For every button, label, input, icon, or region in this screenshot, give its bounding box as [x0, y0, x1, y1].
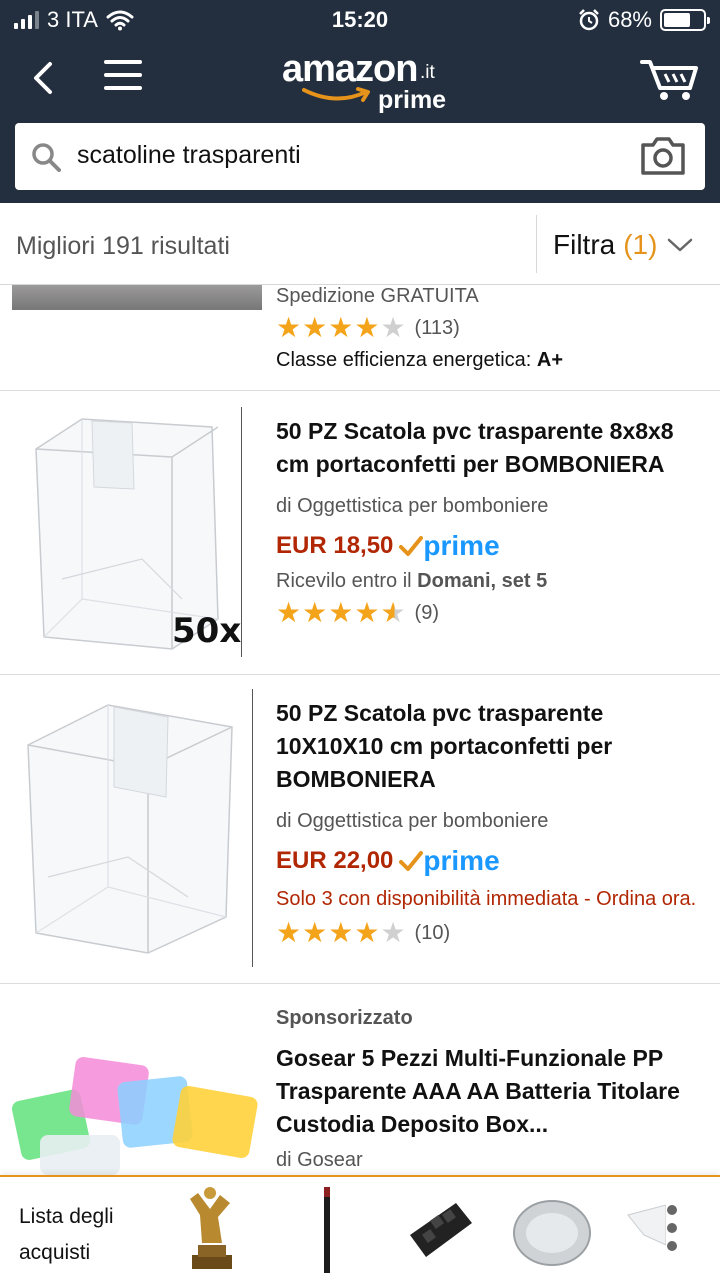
chevron-left-icon: [34, 62, 52, 94]
magnetic-tray-thumbnail[interactable]: [510, 1185, 594, 1275]
stock-warning: Solo 3 con disponibilità immediata - Ord…: [276, 888, 697, 910]
results-count: Migliori 191 risultati: [16, 232, 230, 260]
review-count: (10): [414, 921, 451, 944]
app-header: amazon .it prime scatoline trasparenti: [0, 40, 720, 203]
battery-icon: [660, 9, 710, 31]
logo-prime: prime: [378, 86, 447, 114]
battery-percent: 68%: [607, 7, 652, 32]
product-title[interactable]: 50 PZ Scatola pvc trasparente 8x8x8 cm p…: [276, 415, 706, 481]
product-image: [11, 1057, 258, 1175]
check-icon: [399, 851, 424, 871]
seller-name: di Oggettistica per bomboniere: [276, 810, 549, 832]
sponsored-label: Sponsorizzato: [276, 1007, 413, 1029]
product-image: [27, 704, 233, 954]
switch-panel-thumbnail[interactable]: [404, 1185, 476, 1275]
camera-icon[interactable]: [639, 135, 687, 177]
quantity-badge: 50x: [172, 611, 242, 651]
product-title[interactable]: 50 PZ Scatola pvc trasparente 10X10X10 c…: [276, 697, 706, 796]
price: EUR 22,00: [276, 847, 394, 874]
alarm-icon: [579, 9, 599, 31]
seller-name: di Gosear: [276, 1149, 363, 1171]
prime-badge: prime: [399, 530, 500, 562]
funnel-thumbnail[interactable]: [626, 1185, 666, 1275]
rod-thumbnail[interactable]: [318, 1185, 336, 1275]
chevron-down-icon: [668, 238, 693, 252]
rating-stars: ★ ★ ★ ★ ★ (9): [276, 597, 439, 628]
list-item[interactable]: 50 PZ Scatola pvc trasparente 10X10X10 c…: [0, 675, 720, 984]
shopping-list-bar: Lista degli acquisti: [0, 1175, 720, 1280]
delivery-info: Ricevilo entro il Domani, set 5: [276, 570, 548, 592]
smile-arrow-icon: [302, 87, 370, 102]
shopping-list-label[interactable]: Lista degli acquisti: [19, 1199, 159, 1271]
product-title[interactable]: Gosear 5 Pezzi Multi-Funzionale PP Trasp…: [276, 1042, 706, 1141]
trophy-thumbnail[interactable]: [180, 1185, 244, 1275]
status-bar: 3 ITA 15:20 68%: [0, 0, 720, 40]
logo-word: amazon: [282, 48, 418, 90]
product-image: [12, 285, 262, 310]
divider: [252, 689, 253, 967]
divider: [536, 215, 537, 273]
list-item[interactable]: 50x 50 PZ Scatola pvc trasparente 8x8x8 …: [0, 391, 720, 675]
filter-count: (1): [623, 229, 658, 260]
search-icon: [32, 143, 61, 172]
amazon-prime-logo[interactable]: amazon .it prime: [282, 48, 452, 118]
menu-button[interactable]: [104, 60, 142, 96]
logo-tld: .it: [420, 62, 435, 83]
list-item[interactable]: Sponsorizzato Gosear 5 Pezzi Multi-Funzi…: [0, 985, 720, 1175]
filter-button[interactable]: Filtra (1): [553, 229, 693, 261]
price: EUR 18,50: [276, 532, 394, 559]
divider: [241, 407, 242, 657]
results-bar: Migliori 191 risultati Filtra (1): [0, 203, 720, 285]
search-input[interactable]: scatoline trasparenti: [77, 141, 301, 170]
search-bar[interactable]: scatoline trasparenti: [15, 123, 705, 190]
more-options-icon[interactable]: [664, 1205, 680, 1259]
rating-stars: ★ ★ ★ ★ ★ (10): [276, 917, 451, 948]
filter-label: Filtra: [553, 229, 616, 260]
back-button[interactable]: [24, 58, 64, 98]
energy-class: Classe efficienza energetica: A+: [276, 349, 564, 371]
seller-name: di Oggettistica per bomboniere: [276, 495, 549, 517]
review-count: (9): [414, 601, 439, 624]
list-item[interactable]: Spedizione GRATUITA ★ ★ ★ ★ ★ (113) Classe e…: [0, 285, 720, 391]
shipping-label: Spedizione GRATUITA: [276, 285, 479, 307]
check-icon: [399, 536, 424, 556]
rating-stars: ★ ★ ★ ★ ★ (113): [276, 312, 460, 343]
review-count: (113): [414, 316, 460, 339]
cart-icon: [640, 60, 698, 100]
prime-badge: prime: [399, 845, 500, 877]
cart-button[interactable]: [640, 56, 700, 102]
